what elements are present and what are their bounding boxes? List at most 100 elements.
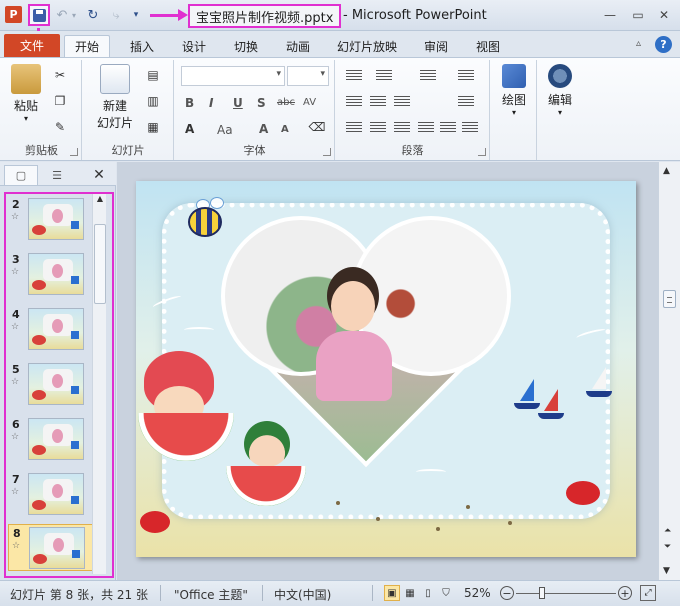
clipboard-launcher-icon[interactable] — [70, 148, 78, 156]
theme-name[interactable]: "Office 主题" — [174, 586, 248, 603]
annotation-arrow — [150, 9, 188, 21]
previous-slide-icon[interactable]: ⏶ — [664, 526, 671, 536]
editing-button[interactable]: 编辑 ▾ — [542, 64, 578, 117]
language-indicator[interactable]: 中文(中国) — [274, 586, 331, 603]
help-icon[interactable]: ? — [655, 36, 672, 53]
normal-view-icon[interactable]: ▣ — [384, 585, 400, 601]
undo-dropdown-icon[interactable]: ▾ — [69, 6, 79, 24]
tab-design[interactable]: 设计 — [172, 35, 216, 57]
align-left-icon[interactable] — [346, 122, 362, 134]
smartart-icon[interactable] — [462, 122, 478, 134]
reset-icon[interactable]: ▥ — [145, 94, 161, 108]
change-case-button[interactable]: Aa — [217, 123, 233, 137]
align-center-icon[interactable] — [370, 122, 386, 134]
fit-to-window-icon[interactable]: ⤢ — [640, 585, 656, 601]
align-text-icon[interactable] — [458, 96, 474, 108]
close-pane-icon[interactable]: ✕ — [82, 165, 116, 185]
slide-thumbnail-3[interactable]: 3 ☆ — [8, 251, 94, 298]
zoom-out-icon[interactable]: − — [500, 586, 514, 600]
cut-icon[interactable]: ✂ — [52, 68, 68, 82]
slide-number: 7 — [12, 473, 20, 486]
slideshow-view-icon[interactable]: ⛉ — [438, 585, 454, 601]
maximize-button[interactable]: ▭ — [625, 6, 651, 24]
scroll-down-icon[interactable]: ▼ — [663, 566, 670, 576]
pane-scroll-thumb[interactable] — [94, 224, 106, 304]
reading-view-icon[interactable]: ▯ — [420, 585, 436, 601]
columns-icon[interactable] — [394, 96, 410, 108]
align-right-icon[interactable] — [394, 122, 410, 134]
redo-icon[interactable]: ↻ — [84, 6, 102, 24]
scroll-up-icon[interactable]: ▲ — [663, 166, 670, 176]
tab-file[interactable]: 文件 — [4, 34, 60, 57]
vertical-scrollbar[interactable]: ▲ ⏶ ⏷ ▼ — [658, 162, 680, 580]
tab-insert[interactable]: 插入 — [120, 35, 164, 57]
increase-indent-icon[interactable] — [370, 96, 386, 108]
shadow-button[interactable]: S — [257, 96, 266, 110]
font-color-button[interactable]: A — [185, 122, 194, 136]
new-slide-button[interactable]: 新建 幻灯片 — [87, 64, 143, 131]
clear-formatting-icon[interactable]: ⌫ — [309, 120, 326, 134]
tab-slides-view[interactable]: ▢ — [4, 165, 38, 185]
tab-animations[interactable]: 动画 — [276, 35, 320, 57]
distributed-icon[interactable] — [440, 122, 456, 134]
close-button[interactable]: ✕ — [651, 6, 677, 24]
drawing-button[interactable]: 绘图 ▾ — [495, 64, 533, 117]
zoom-slider[interactable] — [516, 593, 616, 594]
line-spacing-icon[interactable] — [420, 70, 436, 82]
tab-outline-view[interactable]: ☰ — [40, 165, 74, 185]
bold-button[interactable]: B — [185, 96, 194, 110]
minimize-button[interactable]: — — [597, 6, 623, 24]
slide-thumbnail-8[interactable]: 8 ☆ — [8, 524, 94, 571]
new-slide-label-1: 新建 — [102, 99, 127, 113]
strikethrough-button[interactable]: abc — [277, 97, 295, 108]
save-button[interactable] — [28, 4, 50, 26]
underline-button[interactable]: U — [233, 96, 243, 110]
layout-icon[interactable]: ▤ — [145, 68, 161, 82]
tab-home[interactable]: 开始 — [64, 35, 110, 57]
slide-thumbnail-2[interactable]: 2 ☆ — [8, 196, 94, 243]
text-direction-icon[interactable] — [458, 70, 474, 82]
next-slide-icon[interactable]: ⏷ — [664, 542, 671, 552]
bullets-icon[interactable] — [346, 70, 362, 82]
bee-clipart[interactable] — [188, 207, 222, 237]
tab-review[interactable]: 审阅 — [414, 35, 458, 57]
slide-canvas[interactable] — [136, 181, 636, 557]
slide-thumbnail-6[interactable]: 6 ☆ — [8, 416, 94, 463]
zoom-in-icon[interactable]: + — [618, 586, 632, 600]
tab-slideshow[interactable]: 幻灯片放映 — [330, 35, 404, 57]
tab-transitions[interactable]: 切换 — [224, 35, 268, 57]
watermelon-girl-clipart[interactable] — [244, 421, 290, 467]
scroll-thumb[interactable] — [663, 290, 676, 308]
font-size-combo[interactable] — [287, 66, 329, 86]
powerpoint-app-icon[interactable]: P — [5, 6, 22, 23]
slide-thumbnail-4[interactable]: 4 ☆ — [8, 306, 94, 353]
scroll-up-icon[interactable]: ▲ — [93, 194, 107, 206]
slide-thumbnail-7[interactable]: 7 ☆ — [8, 471, 94, 518]
format-painter-icon[interactable]: ✎ — [52, 120, 68, 134]
drawing-dropdown-icon: ▾ — [511, 108, 516, 117]
customize-qat-icon[interactable]: ▾ — [130, 6, 142, 24]
ribbon-minimize-icon[interactable]: ▵ — [636, 38, 641, 49]
tab-view[interactable]: 视图 — [466, 35, 510, 57]
grow-font-button[interactable]: A — [259, 122, 268, 136]
char-spacing-button[interactable]: AV — [303, 97, 316, 108]
pane-scrollbar[interactable]: ▲ — [92, 194, 106, 574]
slide-thumbnail-5[interactable]: 5 ☆ — [8, 361, 94, 408]
zoom-slider-thumb[interactable] — [539, 587, 545, 599]
font-name-combo[interactable] — [181, 66, 285, 86]
numbering-icon[interactable] — [376, 70, 392, 82]
paste-button[interactable]: 粘贴 ▾ — [6, 64, 46, 123]
paragraph-launcher-icon[interactable] — [478, 148, 486, 156]
justify-icon[interactable] — [418, 122, 434, 134]
font-launcher-icon[interactable] — [323, 148, 331, 156]
slide-number: 8 — [13, 527, 21, 540]
italic-button[interactable]: I — [209, 96, 213, 110]
shrink-font-button[interactable]: A — [281, 124, 289, 135]
slide-sorter-view-icon[interactable]: ▦ — [402, 585, 418, 601]
repeat-icon[interactable]: ⤷ — [107, 6, 125, 24]
decrease-indent-icon[interactable] — [346, 96, 362, 108]
section-icon[interactable]: ▦ — [145, 120, 161, 134]
new-slide-label-2: 幻灯片 — [96, 116, 133, 130]
copy-icon[interactable]: ❐ — [52, 94, 68, 108]
zoom-level[interactable]: 52% — [464, 586, 491, 600]
